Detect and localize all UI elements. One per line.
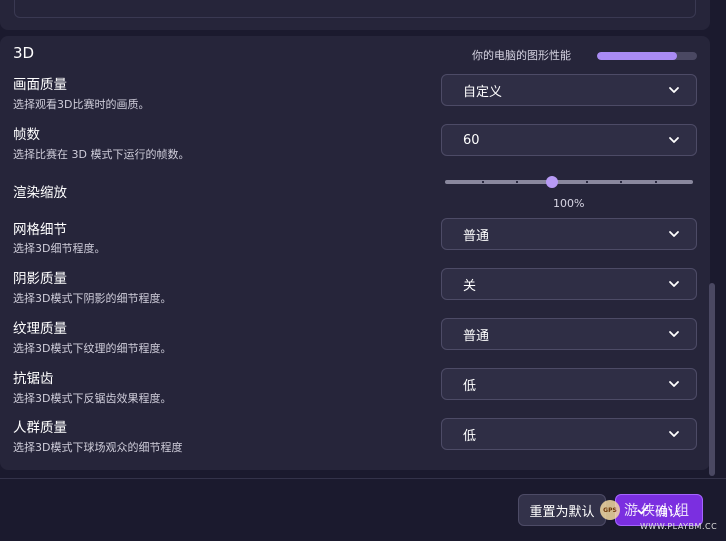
chevron-down-icon [669,137,679,143]
setting-desc-antialias: 选择3D模式下反锯齿效果程度。 [13,392,172,405]
setting-desc-quality: 选择观看3D比赛时的画质。 [13,98,150,111]
texture-select[interactable]: 普通 [441,318,697,350]
slider-tick [516,181,518,183]
performance-bar-fill [597,52,677,60]
setting-desc-framerate: 选择比赛在 3D 模式下运行的帧数。 [13,148,190,161]
watermark-badge-icon: GPS [600,500,620,520]
setting-title-texture: 纹理质量 [13,321,67,337]
setting-title-framerate: 帧数 [13,127,40,143]
chevron-down-icon [669,431,679,437]
setting-desc-shadow: 选择3D模式下阴影的细节程度。 [13,292,172,305]
chevron-down-icon [669,87,679,93]
chevron-down-icon [669,231,679,237]
watermark-url: WWW.PLAYBM.CC [640,522,718,531]
crowd-select-value: 低 [463,428,477,444]
shadow-select-value: 关 [463,278,477,294]
setting-desc-mesh: 选择3D细节程度。 [13,242,106,255]
quality-select[interactable]: 自定义 [441,74,697,106]
previous-section-field [14,0,696,18]
shadow-select[interactable]: 关 [441,268,697,300]
reset-default-button[interactable]: 重置为默认 [518,494,606,526]
slider-tick [482,181,484,183]
scrollbar-thumb[interactable] [709,283,715,476]
render-scale-thumb[interactable] [545,176,558,188]
performance-label: 你的电脑的图形性能 [472,49,571,62]
setting-desc-crowd: 选择3D模式下球场观众的细节程度 [13,441,183,454]
chevron-down-icon [669,331,679,337]
performance-bar [597,52,697,60]
render-scale-value: 100% [553,197,585,210]
footer-divider [0,478,726,479]
antialias-select[interactable]: 低 [441,368,697,400]
texture-select-value: 普通 [463,328,490,344]
framerate-select[interactable]: 60 [441,124,697,156]
watermark-logo: GPS 游侠小组 [600,500,692,520]
crowd-select[interactable]: 低 [441,418,697,450]
setting-title-mesh: 网格细节 [13,222,67,238]
mesh-select-value: 普通 [463,228,490,244]
previous-section-card [0,0,710,30]
antialias-select-value: 低 [463,378,477,394]
slider-tick [586,181,588,183]
slider-tick [655,181,657,183]
setting-desc-texture: 选择3D模式下纹理的细节程度。 [13,342,172,355]
setting-title-crowd: 人群质量 [13,420,67,436]
mesh-select[interactable]: 普通 [441,218,697,250]
watermark-text: 游侠小组 [624,503,692,519]
setting-title-antialias: 抗锯齿 [13,371,54,387]
section-title: 3D [13,44,35,62]
setting-title-quality: 画面质量 [13,77,67,93]
quality-select-value: 自定义 [463,84,503,100]
chevron-down-icon [669,381,679,387]
framerate-select-value: 60 [463,132,480,148]
chevron-down-icon [669,281,679,287]
slider-tick [620,181,622,183]
setting-title-render-scale: 渲染缩放 [13,185,67,201]
setting-title-shadow: 阴影质量 [13,271,67,287]
